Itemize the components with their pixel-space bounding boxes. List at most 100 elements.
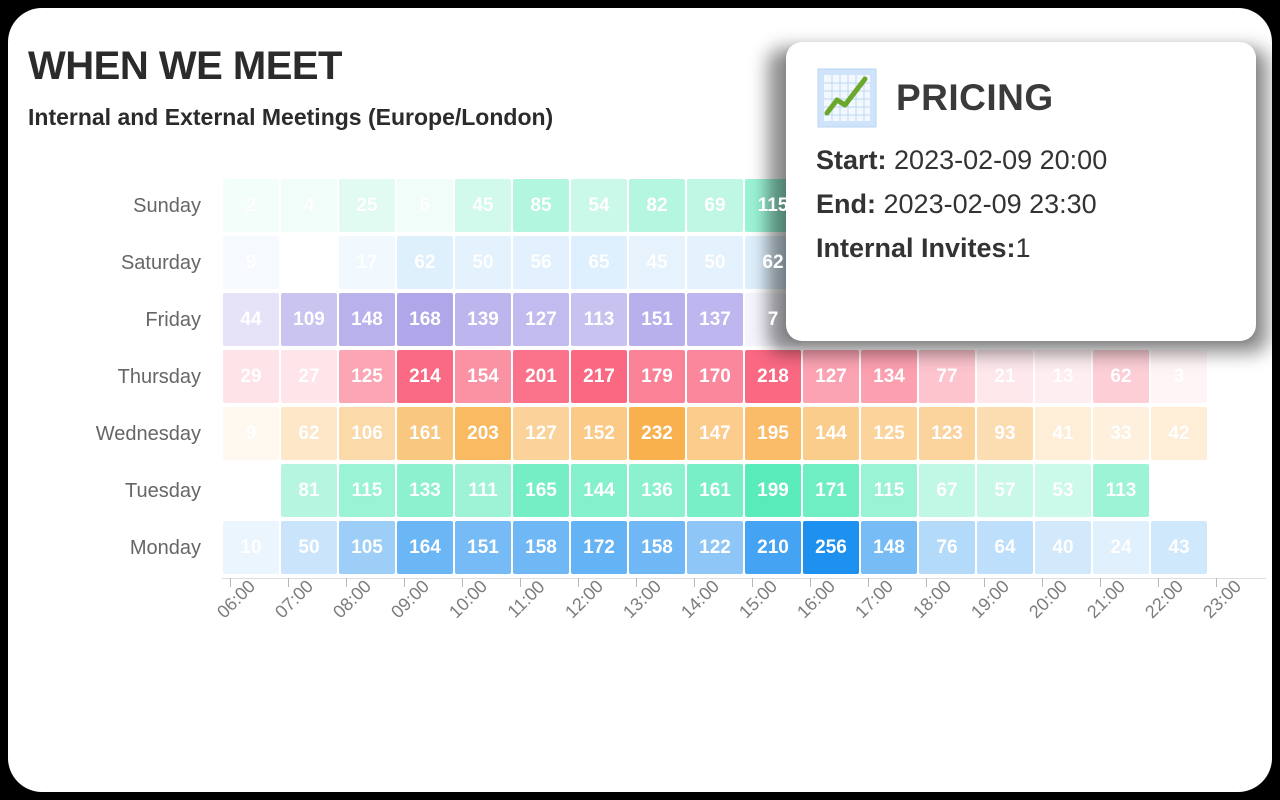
heatmap-cell[interactable]: 27 (280, 349, 338, 404)
heatmap-cell[interactable]: 106 (338, 406, 396, 461)
heatmap-cell[interactable]: 111 (454, 463, 512, 518)
heatmap-cell[interactable]: 127 (512, 292, 570, 347)
heatmap-cell[interactable]: 93 (976, 406, 1034, 461)
heatmap-cell[interactable]: 136 (628, 463, 686, 518)
heatmap-cell[interactable]: 195 (744, 406, 802, 461)
heatmap-cell-value: 139 (467, 308, 499, 330)
heatmap-cell[interactable]: 151 (628, 292, 686, 347)
heatmap-cell[interactable]: 218 (744, 349, 802, 404)
heatmap-cell[interactable]: 122 (686, 520, 744, 575)
heatmap-cell[interactable]: 139 (454, 292, 512, 347)
heatmap-cell[interactable]: 125 (338, 349, 396, 404)
heatmap-cell[interactable]: 171 (802, 463, 860, 518)
heatmap-cell[interactable]: 85 (512, 178, 570, 233)
heatmap-cell[interactable]: 115 (860, 463, 918, 518)
heatmap-cell[interactable]: 33 (1092, 406, 1150, 461)
heatmap-cell[interactable]: 13 (1034, 349, 1092, 404)
heatmap-cell-value: 109 (293, 308, 325, 330)
heatmap-cell[interactable]: 133 (396, 463, 454, 518)
heatmap-cell[interactable]: 147 (686, 406, 744, 461)
heatmap-cell[interactable]: 29 (222, 349, 280, 404)
heatmap-cell[interactable]: 134 (860, 349, 918, 404)
heatmap-cell[interactable]: 45 (454, 178, 512, 233)
heatmap-cell[interactable]: 113 (570, 292, 628, 347)
heatmap-cell-value: 21 (994, 365, 1016, 387)
heatmap-cell[interactable]: 42 (1150, 406, 1208, 461)
heatmap-cell[interactable]: 161 (396, 406, 454, 461)
heatmap-row: 9 62 106 161 203 127 152 232 147 195 144 125 123 93 41… (222, 406, 1266, 463)
heatmap-cell[interactable]: 109 (280, 292, 338, 347)
heatmap-cell[interactable]: 67 (918, 463, 976, 518)
heatmap-cell[interactable]: 44 (222, 292, 280, 347)
heatmap-cell[interactable]: 9 (222, 406, 280, 461)
heatmap-cell-value: 165 (525, 479, 557, 501)
heatmap-cell[interactable]: 56 (512, 235, 570, 290)
heatmap-cell[interactable]: 64 (976, 520, 1034, 575)
heatmap-cell[interactable]: 53 (1034, 463, 1092, 518)
heatmap-cell[interactable]: 76 (918, 520, 976, 575)
heatmap-cell[interactable]: 158 (628, 520, 686, 575)
heatmap-cell[interactable]: 69 (686, 178, 744, 233)
heatmap-cell[interactable]: 57 (976, 463, 1034, 518)
heatmap-cell[interactable]: 168 (396, 292, 454, 347)
heatmap-cell[interactable]: 232 (628, 406, 686, 461)
heatmap-cell-value: 41 (1052, 422, 1074, 444)
heatmap-cell[interactable]: 50 (280, 520, 338, 575)
heatmap-cell-value: 151 (641, 308, 673, 330)
heatmap-cell[interactable]: 170 (686, 349, 744, 404)
heatmap-cell[interactable]: 158 (512, 520, 570, 575)
heatmap-cell[interactable]: 3 (1150, 349, 1208, 404)
heatmap-cell[interactable]: 4 (280, 178, 338, 233)
heatmap-cell[interactable]: 62 (1092, 349, 1150, 404)
heatmap-cell[interactable]: 77 (918, 349, 976, 404)
heatmap-cell[interactable]: 123 (918, 406, 976, 461)
heatmap-cell[interactable]: 105 (338, 520, 396, 575)
heatmap-cell[interactable]: 81 (280, 463, 338, 518)
heatmap-cell[interactable]: 62 (396, 235, 454, 290)
heatmap-cell[interactable]: 45 (628, 235, 686, 290)
heatmap-cell[interactable]: 6 (396, 178, 454, 233)
heatmap-cell[interactable]: 144 (802, 406, 860, 461)
heatmap-cell[interactable]: 214 (396, 349, 454, 404)
heatmap-cell[interactable]: 25 (338, 178, 396, 233)
heatmap-cell[interactable]: 125 (860, 406, 918, 461)
heatmap-cell[interactable]: 210 (744, 520, 802, 575)
heatmap-cell[interactable]: 41 (1034, 406, 1092, 461)
heatmap-cell[interactable]: 217 (570, 349, 628, 404)
heatmap-cell[interactable]: 148 (860, 520, 918, 575)
x-tick-mark (926, 578, 927, 587)
heatmap-cell[interactable]: 203 (454, 406, 512, 461)
heatmap-cell[interactable]: 154 (454, 349, 512, 404)
heatmap-cell[interactable]: 127 (512, 406, 570, 461)
heatmap-cell[interactable]: 165 (512, 463, 570, 518)
heatmap-cell[interactable]: 50 (686, 235, 744, 290)
heatmap-cell[interactable]: 10 (222, 520, 280, 575)
heatmap-cell[interactable]: 148 (338, 292, 396, 347)
heatmap-cell[interactable]: 152 (570, 406, 628, 461)
heatmap-cell[interactable]: 62 (280, 406, 338, 461)
heatmap-cell[interactable]: 113 (1092, 463, 1150, 518)
heatmap-cell[interactable]: 82 (628, 178, 686, 233)
heatmap-cell[interactable]: 201 (512, 349, 570, 404)
heatmap-cell[interactable]: 40 (1034, 520, 1092, 575)
heatmap-cell[interactable]: 172 (570, 520, 628, 575)
heatmap-cell[interactable]: 43 (1150, 520, 1208, 575)
heatmap-cell[interactable]: 164 (396, 520, 454, 575)
heatmap-cell[interactable]: 17 (338, 235, 396, 290)
heatmap-cell[interactable]: 151 (454, 520, 512, 575)
heatmap-cell[interactable]: 21 (976, 349, 1034, 404)
heatmap-cell[interactable]: 50 (454, 235, 512, 290)
heatmap-cell[interactable]: 144 (570, 463, 628, 518)
heatmap-cell[interactable]: 54 (570, 178, 628, 233)
heatmap-cell[interactable]: 161 (686, 463, 744, 518)
heatmap-cell[interactable]: 2 (222, 178, 280, 233)
heatmap-cell[interactable]: 127 (802, 349, 860, 404)
heatmap-cell[interactable]: 199 (744, 463, 802, 518)
heatmap-cell[interactable]: 256 (802, 520, 860, 575)
heatmap-cell[interactable]: 115 (338, 463, 396, 518)
heatmap-cell[interactable]: 24 (1092, 520, 1150, 575)
heatmap-cell[interactable]: 179 (628, 349, 686, 404)
heatmap-cell[interactable]: 137 (686, 292, 744, 347)
heatmap-cell[interactable]: 65 (570, 235, 628, 290)
heatmap-cell[interactable]: 9 (222, 235, 280, 290)
